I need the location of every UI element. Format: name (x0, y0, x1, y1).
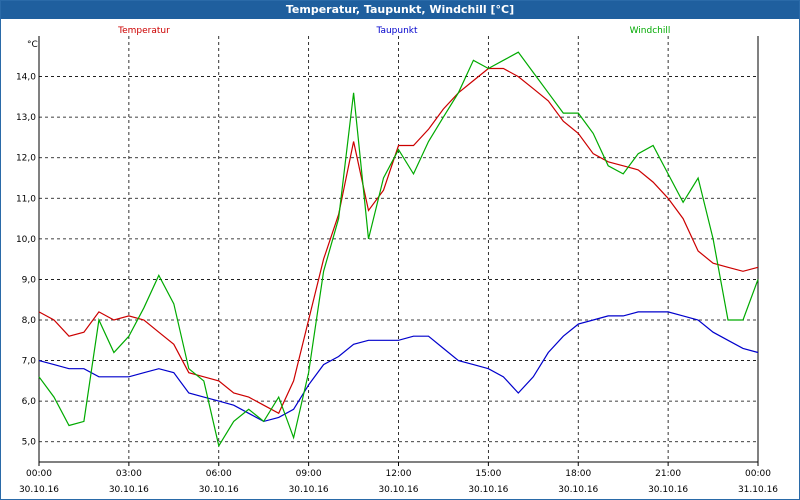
y-tick-label: 12,0 (16, 154, 36, 164)
chart-canvas: 5,0 6,0 7,0 8,0 9,0 10,0 11,0 12,0 13,0 14,0 00:00… (16, 26, 778, 495)
x-tick-date: 30.10.16 (289, 485, 329, 495)
x-tick-time: 03:00 (116, 469, 142, 479)
x-tick-date: 30.10.16 (199, 485, 239, 495)
y-tick-label: 6,0 (22, 397, 37, 407)
x-tick-time: 21:00 (655, 469, 681, 479)
y-tick-label: 8,0 (22, 316, 37, 326)
tick-labels: 5,0 6,0 7,0 8,0 9,0 10,0 11,0 12,0 13,0 14,0 00:00… (16, 73, 778, 495)
y-tick-label: 9,0 (22, 275, 37, 285)
y-tick-label: 7,0 (22, 357, 37, 367)
x-tick-time: 12:00 (386, 469, 412, 479)
chart-axes (38, 36, 759, 466)
x-tick-time: 18:00 (565, 469, 591, 479)
x-tick-time: 06:00 (206, 469, 232, 479)
legend-temperatur: Temperatur (117, 26, 170, 36)
x-tick-date: 30.10.16 (378, 485, 418, 495)
x-tick-date: 30.10.16 (468, 485, 508, 495)
y-axis-label: °C (27, 40, 38, 50)
legend-taupunkt: Taupunkt (375, 26, 418, 36)
grid-lines (39, 36, 758, 462)
x-tick-date: 30.10.16 (558, 485, 598, 495)
x-tick-time: 00:00 (745, 469, 771, 479)
y-tick-label: 14,0 (16, 73, 36, 83)
y-tick-label: 5,0 (22, 438, 37, 448)
y-tick-label: 10,0 (16, 235, 36, 245)
x-tick-date: 30.10.16 (648, 485, 688, 495)
legend: Temperatur Taupunkt Windchill (117, 26, 670, 36)
y-tick-label: 11,0 (16, 194, 36, 204)
x-tick-time: 15:00 (475, 469, 501, 479)
x-tick-time: 00:00 (26, 469, 52, 479)
y-tick-label: 13,0 (16, 113, 36, 123)
legend-windchill: Windchill (630, 26, 671, 36)
x-tick-time: 09:00 (296, 469, 322, 479)
x-tick-date: 31.10.16 (738, 485, 778, 495)
x-tick-date: 30.10.16 (19, 485, 59, 495)
x-tick-date: 30.10.16 (109, 485, 149, 495)
